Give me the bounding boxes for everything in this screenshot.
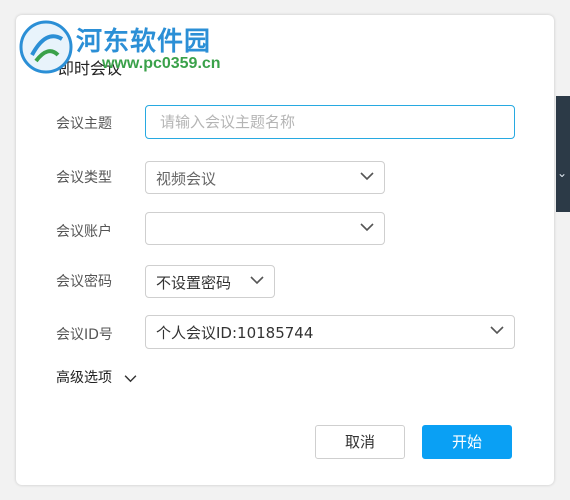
watermark-site-name: 河东软件园 xyxy=(76,27,212,57)
chevron-down-icon xyxy=(490,326,504,335)
password-select[interactable]: 不设置密码 xyxy=(145,265,275,298)
type-label: 会议类型 xyxy=(56,170,112,186)
chevron-down-icon xyxy=(250,276,264,285)
topic-label: 会议主题 xyxy=(56,116,112,132)
meeting-id-label: 会议ID号 xyxy=(56,327,113,343)
type-select[interactable]: 视频会议 xyxy=(145,161,385,194)
instant-meeting-dialog: 即时会议 河东软件园 www.pc0359.cn xyxy=(16,15,554,485)
cancel-button[interactable]: 取消 xyxy=(315,425,405,459)
dialog-title: 即时会议 xyxy=(58,59,123,78)
account-label: 会议账户 xyxy=(56,224,112,240)
topic-input[interactable] xyxy=(145,105,515,139)
start-button[interactable]: 开始 xyxy=(422,425,512,459)
password-select-value: 不设置密码 xyxy=(156,274,232,292)
password-label: 会议密码 xyxy=(56,274,112,290)
type-select-value: 视频会议 xyxy=(156,170,217,188)
meeting-id-select-value: 个人会议ID:10185744 xyxy=(156,324,314,342)
chevron-down-icon xyxy=(125,374,137,382)
advanced-options-label: 高级选项 xyxy=(56,370,112,386)
chevron-down-icon xyxy=(360,223,374,232)
advanced-options-toggle[interactable]: 高级选项 xyxy=(56,367,137,387)
chevron-down-icon xyxy=(360,172,374,181)
chevron-down-icon: ⌄ xyxy=(557,166,568,180)
meeting-id-select[interactable]: 个人会议ID:10185744 xyxy=(145,315,515,349)
background-window-strip: ⌄ xyxy=(556,96,570,212)
account-select[interactable] xyxy=(145,212,385,245)
